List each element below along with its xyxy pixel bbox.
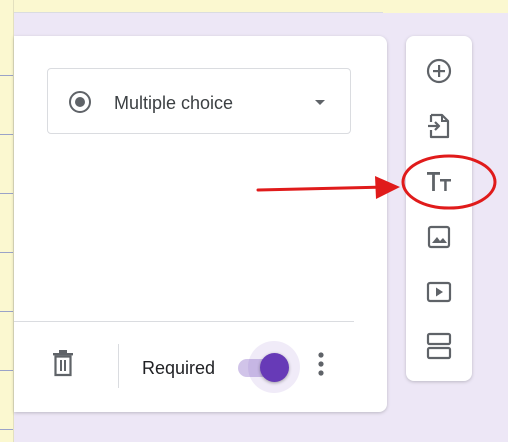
annotation-arrow — [256, 154, 497, 210]
